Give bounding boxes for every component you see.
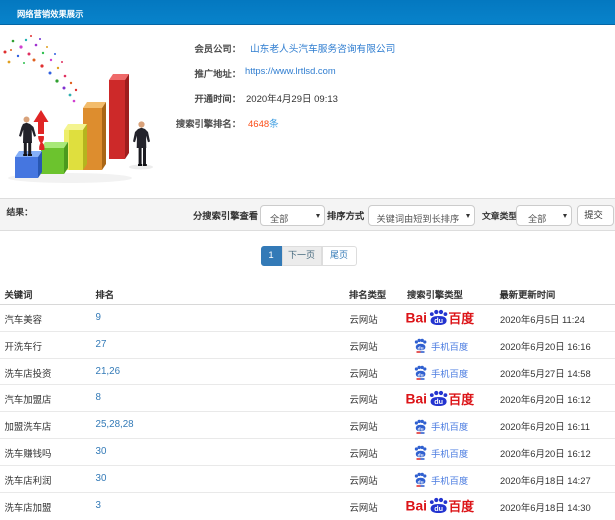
svg-text:du: du [418, 453, 424, 459]
svg-text:du: du [418, 372, 424, 378]
svg-text:Bai: Bai [406, 499, 427, 514]
svg-text:du: du [418, 426, 424, 432]
svg-text:Bai: Bai [406, 311, 427, 326]
svg-text:du: du [418, 480, 424, 486]
svg-text:Bai: Bai [406, 391, 427, 406]
svg-text:du: du [434, 504, 443, 513]
svg-text:百度: 百度 [449, 311, 475, 326]
svg-text:百度: 百度 [449, 392, 475, 407]
svg-text:百度: 百度 [449, 499, 475, 514]
svg-text:du: du [434, 397, 443, 406]
svg-text:du: du [434, 317, 443, 326]
svg-text:du: du [418, 346, 424, 352]
